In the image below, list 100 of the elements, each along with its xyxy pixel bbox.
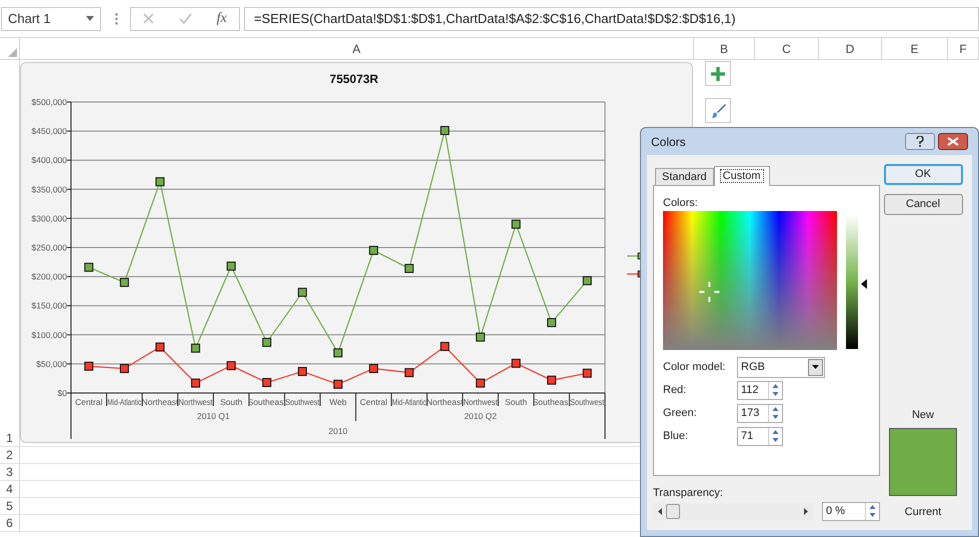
category-label: Northwest — [178, 397, 217, 407]
point — [120, 278, 129, 287]
point — [476, 378, 485, 388]
category-label: Southwest — [285, 397, 326, 407]
point — [582, 368, 592, 378]
axis-tick-label: $50,000 — [36, 358, 67, 369]
close-icon — [947, 137, 959, 146]
point — [512, 220, 520, 229]
row-header[interactable]: 4 — [6, 481, 13, 497]
column-header[interactable]: D — [846, 40, 854, 58]
point — [476, 332, 485, 342]
point — [404, 368, 414, 378]
axis-tick-label: $500,000 — [32, 97, 67, 107]
channel-spinner[interactable]: 173 — [737, 404, 783, 423]
axis-tick-label: $150,000 — [32, 300, 67, 311]
category-label: Southwest — [570, 397, 610, 407]
dropdown-icon — [86, 16, 94, 21]
category-label: Northwest — [463, 397, 502, 407]
category-label: Central — [360, 397, 388, 407]
channel-spinner[interactable]: 112 — [737, 381, 783, 400]
plus-icon — [711, 66, 725, 80]
add-chart-element-button[interactable] — [705, 61, 731, 86]
point — [298, 288, 307, 297]
column-header[interactable]: A — [352, 40, 360, 58]
column-header[interactable]: E — [910, 40, 918, 58]
axis-tick-label: $350,000 — [32, 184, 67, 194]
point — [84, 362, 94, 371]
channel-label: Red: — [663, 383, 688, 398]
crosshair-icon[interactable] — [699, 282, 720, 302]
channel-label: Blue: — [663, 429, 690, 444]
category-label: Web — [329, 397, 347, 407]
color-model-label: Color model: — [663, 360, 726, 375]
point — [298, 366, 307, 376]
axis-tick-label: $100,000 — [32, 330, 67, 340]
channel-spinner[interactable]: 71 — [737, 427, 783, 446]
point — [156, 342, 164, 352]
column-header[interactable]: B — [720, 40, 728, 58]
point — [226, 262, 236, 271]
point — [262, 338, 272, 347]
point — [512, 358, 520, 368]
dropdown-icon — [812, 365, 819, 369]
category-label: Central — [75, 397, 102, 407]
luminance-bar[interactable] — [846, 214, 858, 349]
axis-tick-label: $250,000 — [32, 242, 67, 252]
luminance-pointer-icon[interactable] — [861, 279, 867, 290]
dialog-title: Colors — [651, 134, 686, 150]
point — [440, 342, 450, 351]
axis-tick-label: $400,000 — [32, 155, 67, 166]
axis-tick-label: $0 — [58, 388, 67, 398]
point — [547, 376, 556, 385]
axis-tick-label: $450,000 — [32, 126, 67, 136]
point — [226, 361, 236, 370]
check-icon[interactable] — [178, 13, 192, 24]
formula-field[interactable]: =SERIES(ChartData!$D$1:$D$1,ChartData!$A$2:$C$16,ChartData!$D$2:$D$16,1) — [244, 6, 979, 30]
axis-tick-label: $300,000 — [32, 213, 67, 224]
help-button[interactable] — [905, 133, 935, 150]
close-button[interactable] — [938, 133, 968, 150]
point — [369, 246, 378, 255]
right-arrow-icon[interactable] — [804, 508, 808, 515]
more-icon[interactable] — [115, 12, 118, 24]
point — [440, 126, 450, 136]
category-group-label: 2010 Q2 — [464, 411, 497, 421]
dialog-button[interactable]: OK — [884, 164, 962, 185]
point — [369, 364, 378, 374]
row-header[interactable]: 1 — [6, 430, 13, 446]
color-model-dropdown[interactable]: RGB — [737, 356, 825, 378]
category-label: South — [504, 397, 528, 407]
row-header[interactable]: 6 — [6, 515, 13, 531]
transparency-spinner[interactable]: 0 % — [822, 502, 880, 521]
category-label: South — [220, 397, 242, 407]
row-header[interactable]: 5 — [6, 498, 13, 514]
point — [404, 264, 414, 273]
slider-thumb[interactable] — [666, 504, 680, 519]
name-box[interactable]: Chart 1 — [1, 6, 101, 30]
current-label: Current — [904, 504, 942, 520]
point — [547, 318, 556, 328]
help-icon — [916, 136, 924, 147]
dialog-button[interactable]: Cancel — [884, 194, 962, 215]
paintbrush-icon — [710, 102, 726, 118]
left-arrow-icon[interactable] — [658, 508, 662, 515]
line-chart-drawing[interactable] — [84, 126, 592, 389]
row-header[interactable]: 2 — [6, 447, 13, 463]
point — [582, 276, 592, 286]
point — [84, 262, 94, 272]
category-group-label: 2010 — [328, 426, 348, 436]
chart-title: 755073R — [330, 72, 378, 86]
axis-tick-label: $200,000 — [32, 272, 67, 282]
point — [262, 378, 272, 388]
chart-styles-button[interactable] — [705, 98, 731, 123]
point — [334, 380, 342, 389]
category-group-label: 2010 Q1 — [197, 411, 230, 421]
column-header[interactable]: F — [959, 40, 967, 58]
point — [191, 344, 200, 353]
insert-function-button[interactable]: fx — [216, 8, 227, 29]
colors-label: Colors: — [663, 196, 699, 211]
transparency-label: Transparency: — [653, 486, 724, 499]
dialog-tab[interactable]: Custom — [714, 166, 770, 186]
column-header[interactable]: C — [782, 40, 791, 58]
row-header[interactable]: 3 — [6, 464, 13, 480]
dialog-tab[interactable]: Standard — [655, 168, 714, 185]
